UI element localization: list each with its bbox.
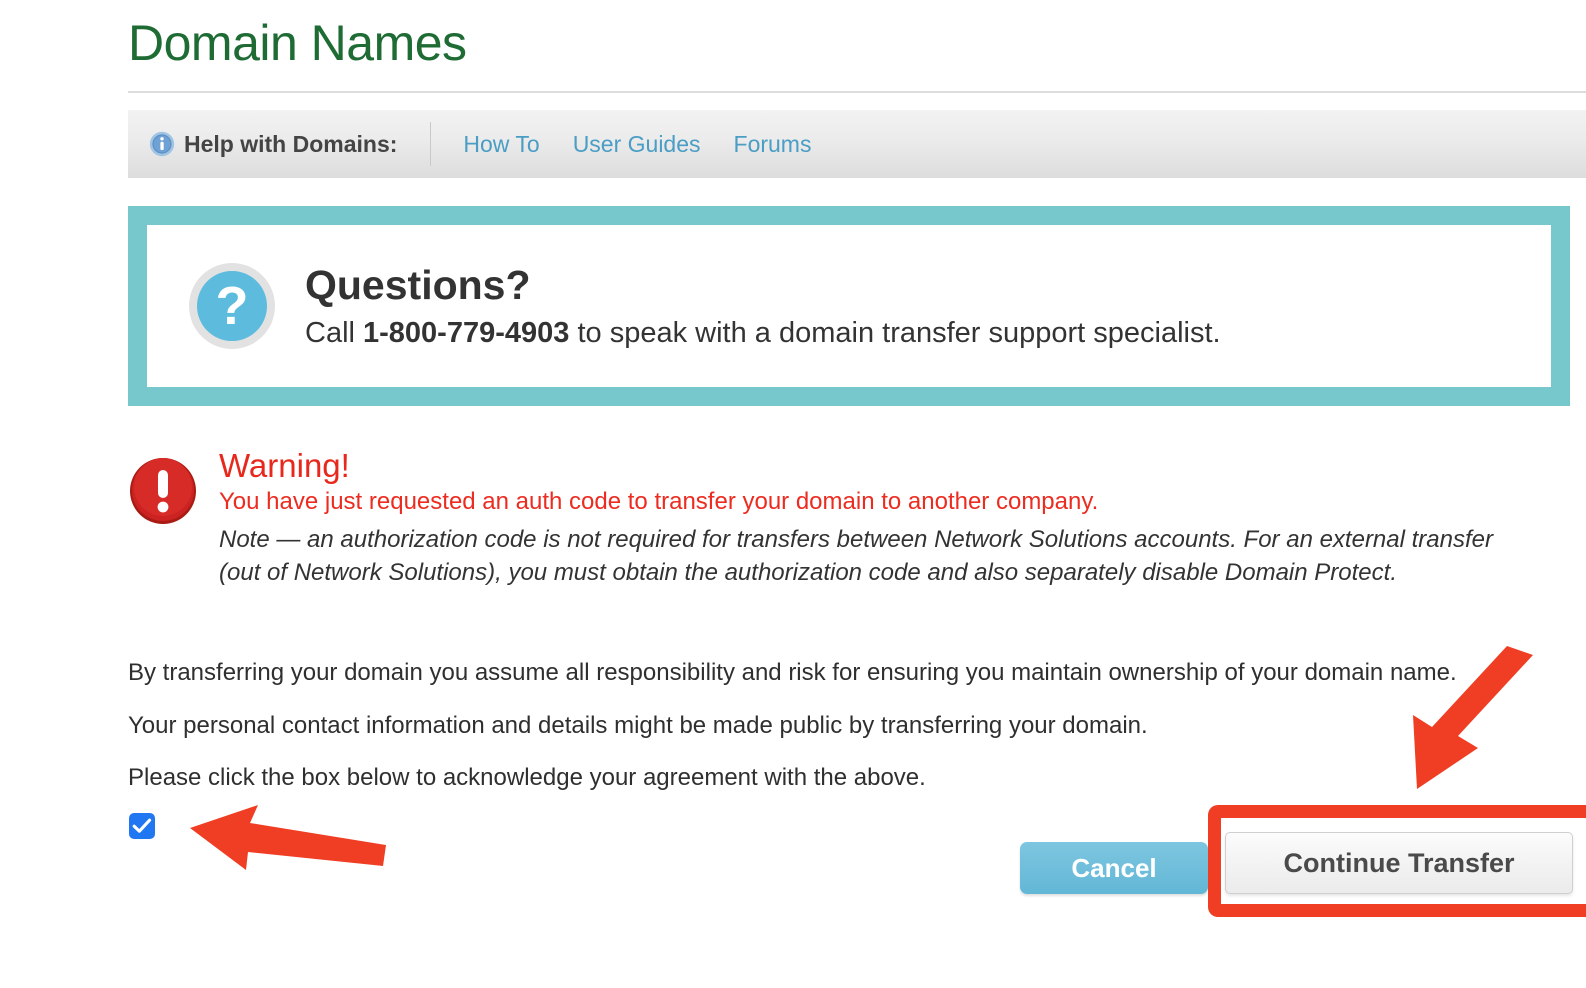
agreement-paragraph-responsibility: By transferring your domain you assume a… bbox=[128, 659, 1457, 686]
help-with-domains-bar: Help with Domains: How To User Guides Fo… bbox=[128, 110, 1586, 178]
questions-call-suffix: to speak with a domain transfer support … bbox=[569, 316, 1221, 349]
agreement-checkbox[interactable] bbox=[129, 813, 155, 839]
questions-subtext: Call 1-800-779-4903 to speak with a doma… bbox=[305, 317, 1221, 350]
info-circle-icon bbox=[149, 131, 175, 157]
help-link-forums[interactable]: Forums bbox=[734, 131, 812, 158]
agreement-paragraph-privacy: Your personal contact information and de… bbox=[128, 712, 1148, 739]
warning-note: Note — an authorization code is not requ… bbox=[219, 526, 1493, 587]
help-bar-divider bbox=[430, 122, 432, 166]
agreement-paragraph-instruction: Please click the box below to acknowledg… bbox=[128, 764, 926, 791]
arrow-pointing-left-icon bbox=[190, 805, 386, 870]
warning-exclamation-icon bbox=[130, 458, 196, 524]
checkmark-icon bbox=[132, 818, 152, 833]
title-divider bbox=[128, 91, 1586, 93]
questions-call-prefix: Call bbox=[305, 316, 364, 349]
questions-callout-panel: ? Questions? Call 1-800-779-4903 to spea… bbox=[128, 206, 1570, 406]
help-link-user-guides[interactable]: User Guides bbox=[573, 131, 701, 158]
warning-message: You have just requested an auth code to … bbox=[219, 488, 1099, 516]
questions-text-block: Questions? Call 1-800-779-4903 to speak … bbox=[305, 262, 1221, 350]
warning-block: Warning! You have just requested an auth… bbox=[128, 447, 1568, 590]
help-link-how-to[interactable]: How To bbox=[463, 131, 539, 158]
page-title: Domain Names bbox=[128, 15, 467, 71]
questions-callout-inner: ? Questions? Call 1-800-779-4903 to spea… bbox=[147, 225, 1551, 387]
warning-text-block: Warning! You have just requested an auth… bbox=[219, 446, 1509, 590]
help-with-domains-label: Help with Domains: bbox=[184, 130, 398, 157]
svg-text:?: ? bbox=[216, 276, 249, 336]
questions-heading: Questions? bbox=[305, 261, 531, 308]
warning-heading: Warning! bbox=[219, 447, 350, 484]
question-mark-circle-icon: ? bbox=[189, 263, 275, 349]
cancel-button[interactable]: Cancel bbox=[1020, 842, 1208, 894]
support-phone-number: 1-800-779-4903 bbox=[363, 316, 570, 349]
continue-transfer-highlight-box bbox=[1208, 805, 1586, 917]
